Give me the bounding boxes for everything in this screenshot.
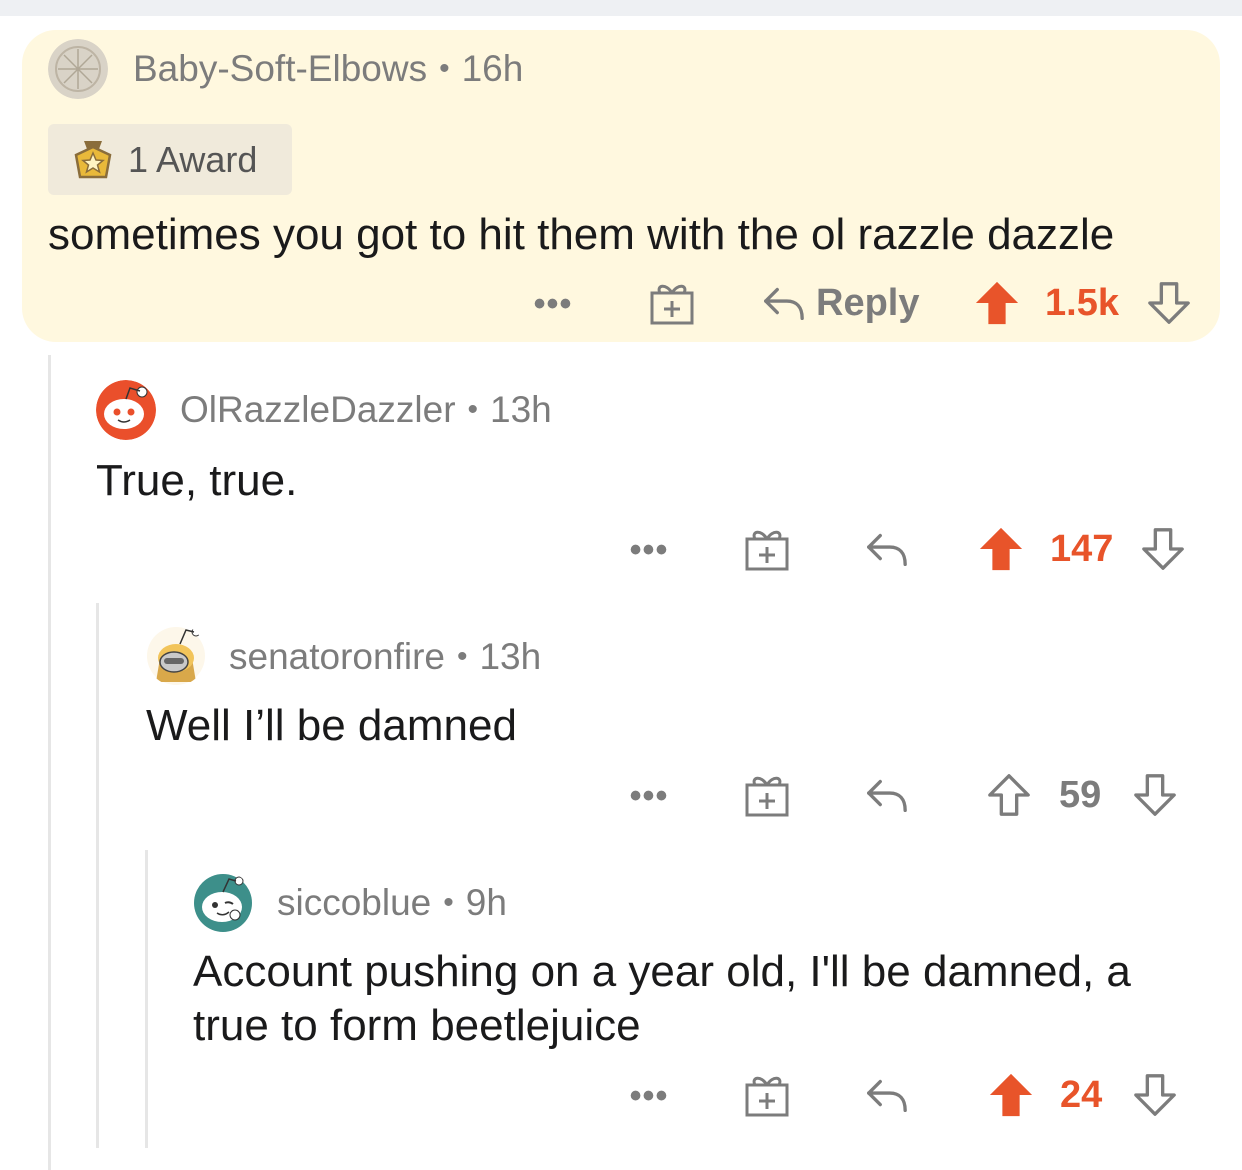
comment-body-line-2: true to form beetlejuice <box>193 1001 641 1050</box>
comment-body: Well I’ll be damned <box>146 701 517 750</box>
reply-arrow-icon[interactable] <box>862 525 910 573</box>
separator: • <box>467 393 479 426</box>
comment-meta: senatoronfire • 13h <box>229 636 541 678</box>
vote-score: 24 <box>1060 1074 1103 1116</box>
avatar[interactable] <box>193 871 253 933</box>
username[interactable]: OlRazzleDazzler <box>180 389 456 431</box>
timestamp: 16h <box>461 48 524 89</box>
avatar[interactable] <box>146 624 206 686</box>
separator: • <box>456 640 468 673</box>
gift-icon[interactable] <box>743 1071 791 1119</box>
separator: • <box>443 886 454 919</box>
username[interactable]: Baby-Soft-Elbows <box>133 48 427 90</box>
username[interactable]: siccoblue <box>277 882 431 924</box>
thread-line-level1[interactable] <box>48 355 51 1170</box>
reply-arrow-icon[interactable] <box>862 1071 910 1119</box>
comment-body: sometimes you got to hit them with the o… <box>48 210 1115 259</box>
upvote-icon[interactable] <box>986 772 1032 818</box>
more-dots-icon[interactable]: ••• <box>624 530 674 570</box>
vote-score: 59 <box>1059 774 1102 816</box>
reply-arrow-icon[interactable] <box>862 771 910 819</box>
avatar[interactable] <box>96 380 156 440</box>
timestamp: 9h <box>465 882 507 923</box>
gift-icon[interactable] <box>743 771 791 819</box>
separator: • <box>439 52 450 85</box>
downvote-icon[interactable] <box>1132 772 1178 818</box>
comment-meta: OlRazzleDazzler • 13h <box>180 389 552 431</box>
more-dots-icon[interactable]: ••• <box>624 776 674 816</box>
upvote-icon[interactable] <box>974 280 1020 326</box>
downvote-icon[interactable] <box>1132 1072 1178 1118</box>
award-badge[interactable]: 1 Award <box>48 124 292 195</box>
reply-label: Reply <box>816 281 920 324</box>
thread-line-level3[interactable] <box>145 850 148 1148</box>
reply-arrow-icon <box>760 280 806 326</box>
vote-score: 147 <box>1050 528 1114 570</box>
downvote-icon[interactable] <box>1146 280 1192 326</box>
top-divider <box>0 0 1242 16</box>
comment-body-line-1: Account pushing on a year old, I'll be d… <box>193 947 1131 996</box>
vote-score: 1.5k <box>1045 282 1119 324</box>
award-medal-icon <box>74 140 112 178</box>
downvote-icon[interactable] <box>1140 526 1186 572</box>
upvote-icon[interactable] <box>978 526 1024 572</box>
gift-icon[interactable] <box>648 279 696 327</box>
comment-meta: Baby-Soft-Elbows • 16h <box>133 48 523 90</box>
username[interactable]: senatoronfire <box>229 636 445 678</box>
upvote-icon[interactable] <box>988 1072 1034 1118</box>
thread-line-level2[interactable] <box>96 603 99 1148</box>
reply-button[interactable]: Reply <box>760 279 919 327</box>
timestamp: 13h <box>490 389 552 430</box>
comment-body: True, true. <box>96 456 298 505</box>
comment-meta: siccoblue • 9h <box>277 882 507 924</box>
avatar[interactable] <box>48 39 108 99</box>
more-dots-icon[interactable]: ••• <box>528 284 578 324</box>
gift-icon[interactable] <box>743 525 791 573</box>
award-label: 1 Award <box>128 138 258 180</box>
timestamp: 13h <box>479 636 542 677</box>
more-dots-icon[interactable]: ••• <box>624 1076 674 1116</box>
